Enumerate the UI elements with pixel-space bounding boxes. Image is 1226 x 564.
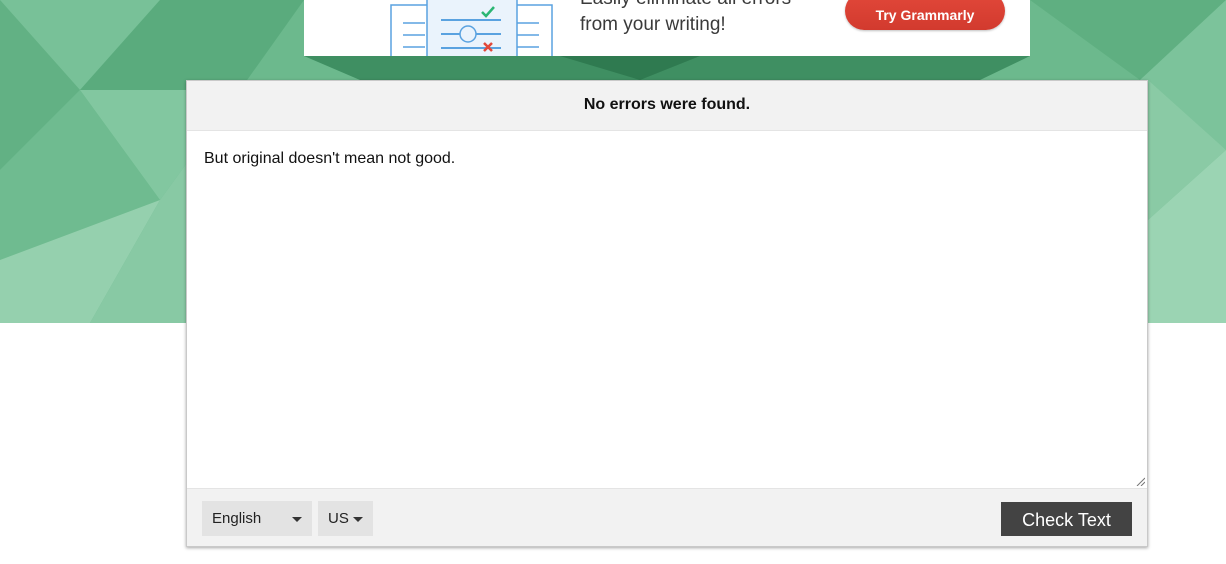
check-text-button[interactable]: Check Text: [1001, 502, 1132, 536]
ad-headline-line1: Easily eliminate all errors: [580, 0, 791, 12]
checker-toolbar: English US Check Text: [187, 489, 1147, 546]
status-message: No errors were found.: [187, 81, 1147, 131]
ad-banner[interactable]: Easily eliminate all errors from your wr…: [304, 0, 1030, 56]
try-grammarly-button[interactable]: Try Grammarly: [845, 0, 1005, 30]
input-text: But original doesn't mean not good.: [204, 150, 456, 167]
document-check-illustration-icon: [390, 0, 553, 56]
chevron-down-icon: [353, 517, 363, 522]
language-select-value: English: [212, 510, 262, 527]
resize-handle-icon[interactable]: [1135, 476, 1145, 486]
grammar-checker-panel: No errors were found. But original doesn…: [186, 80, 1148, 547]
region-select-value: US: [328, 510, 349, 527]
language-select[interactable]: English: [202, 501, 312, 536]
text-input-area[interactable]: But original doesn't mean not good.: [187, 131, 1147, 489]
ad-headline: Easily eliminate all errors from your wr…: [580, 0, 791, 38]
ad-headline-line2: from your writing!: [580, 14, 726, 35]
chevron-down-icon: [292, 517, 302, 522]
region-select[interactable]: US: [318, 501, 373, 536]
